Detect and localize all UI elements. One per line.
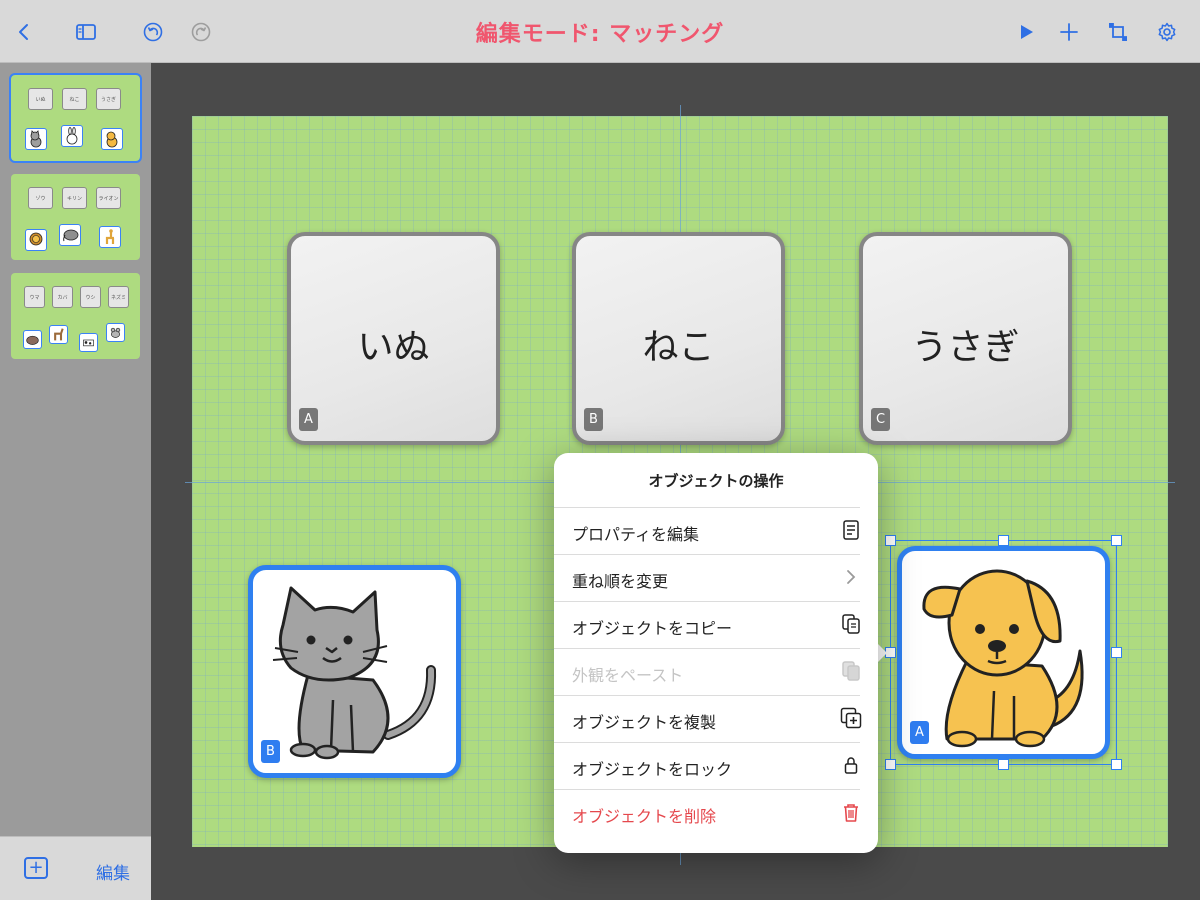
crop-icon: [1109, 23, 1127, 41]
card-word: ねこ: [642, 327, 715, 368]
play-icon: [1021, 25, 1033, 39]
crop-button[interactable]: [1104, 18, 1132, 46]
thumb-horse-picture: [49, 325, 68, 344]
resize-handle[interactable]: [998, 535, 1009, 546]
document-icon: [840, 519, 862, 541]
cat-illustration: [272, 586, 437, 760]
picture-card-cat[interactable]: B: [248, 565, 461, 778]
edit-slides-button[interactable]: 編集: [96, 859, 130, 884]
thumb-rabbit-picture: [61, 125, 83, 147]
divider: [554, 742, 860, 743]
copy-icon: [840, 613, 862, 635]
card-badge: C: [871, 408, 890, 431]
thumb-hippo-picture: [23, 330, 42, 349]
thumb-giraffe-picture: [99, 226, 121, 248]
thumb-word-card: ライオン: [96, 187, 121, 209]
plus-icon: [1060, 23, 1078, 41]
gear-icon: [1158, 22, 1176, 42]
divider: [554, 648, 860, 649]
menu-item-copy-object[interactable]: オブジェクトをコピー: [554, 601, 878, 648]
thumb-word-card: いぬ: [28, 88, 53, 110]
thumb-dog-picture: [101, 128, 123, 150]
thumb-word-card: キリン: [62, 187, 87, 209]
duplicate-icon: [840, 707, 862, 729]
thumb-word-card: うさぎ: [96, 88, 121, 110]
add-slide-button[interactable]: +: [24, 857, 48, 879]
thumb-cat-picture: [25, 128, 47, 150]
resize-handle[interactable]: [885, 759, 896, 770]
word-card-c[interactable]: うさぎ C: [859, 232, 1072, 445]
menu-item-label: プロパティを編集: [572, 525, 700, 544]
menu-item-duplicate-object[interactable]: オブジェクトを複製: [554, 695, 878, 742]
top-toolbar: 編集モード: マッチング: [0, 0, 1200, 63]
menu-item-label: オブジェクトを削除: [572, 807, 717, 826]
thumb-mouse-picture: [106, 323, 125, 342]
divider: [554, 554, 860, 555]
add-object-button[interactable]: [1055, 18, 1083, 46]
thumb-cow-picture: [79, 333, 98, 352]
resize-handle[interactable]: [1111, 535, 1122, 546]
object-actions-popover: オブジェクトの操作 プロパティを編集 重ね順を変更 オブジェクトをコピー 外観を…: [554, 453, 878, 853]
slide-thumbnail-3[interactable]: ウマ カバ ウシ ネズミ: [11, 273, 140, 359]
divider: [554, 507, 860, 508]
resize-handle[interactable]: [1111, 759, 1122, 770]
chevron-right-icon: [840, 566, 862, 588]
thumb-word-card: ネズミ: [108, 286, 129, 308]
divider: [554, 789, 860, 790]
card-badge: B: [584, 408, 603, 431]
menu-item-label: 重ね順を変更: [572, 572, 669, 591]
paste-icon: [840, 660, 862, 682]
lock-icon: [840, 754, 862, 776]
card-word: いぬ: [357, 327, 430, 368]
popover-title: オブジェクトの操作: [648, 472, 784, 490]
word-card-b[interactable]: ねこ B: [572, 232, 785, 445]
trash-icon: [840, 801, 862, 823]
play-button[interactable]: [1012, 18, 1040, 46]
menu-item-label: オブジェクトを複製: [572, 713, 717, 732]
resize-handle[interactable]: [885, 535, 896, 546]
menu-item-change-order[interactable]: 重ね順を変更: [554, 554, 878, 601]
slide-sidebar: いぬ ねこ うさぎ ゾウ キリン ライオン ウマ カバ ウシ ネズミ + 編集: [0, 63, 151, 900]
card-badge: A: [299, 408, 318, 431]
thumb-elephant-picture: [59, 224, 81, 246]
sidebar-footer: + 編集: [0, 836, 151, 900]
menu-item-delete-object[interactable]: オブジェクトを削除: [554, 789, 878, 836]
menu-item-label: 外観をペースト: [572, 666, 684, 685]
thumb-word-card: ねこ: [62, 88, 87, 110]
thumb-lion-picture: [25, 229, 47, 251]
word-card-a[interactable]: いぬ A: [287, 232, 500, 445]
card-word: うさぎ: [911, 327, 1020, 368]
slide-thumbnail-2[interactable]: ゾウ キリン ライオン: [11, 174, 140, 260]
selection-frame: [890, 540, 1117, 765]
settings-button[interactable]: [1153, 18, 1181, 46]
divider: [554, 695, 860, 696]
resize-handle[interactable]: [1111, 647, 1122, 658]
resize-handle[interactable]: [998, 759, 1009, 770]
menu-item-label: オブジェクトをコピー: [572, 619, 733, 638]
plus-icon: +: [28, 857, 44, 878]
thumb-word-card: ゾウ: [28, 187, 53, 209]
thumb-word-card: カバ: [52, 286, 73, 308]
menu-item-paste-appearance[interactable]: 外観をペースト: [554, 648, 878, 695]
menu-item-lock-object[interactable]: オブジェクトをロック: [554, 742, 878, 789]
card-badge: B: [261, 740, 280, 763]
menu-item-edit-properties[interactable]: プロパティを編集: [554, 507, 878, 554]
thumb-word-card: ウマ: [24, 286, 45, 308]
menu-item-label: オブジェクトをロック: [572, 760, 733, 779]
slide-thumbnail-1[interactable]: いぬ ねこ うさぎ: [9, 73, 142, 163]
divider: [554, 601, 860, 602]
thumb-word-card: ウシ: [80, 286, 101, 308]
